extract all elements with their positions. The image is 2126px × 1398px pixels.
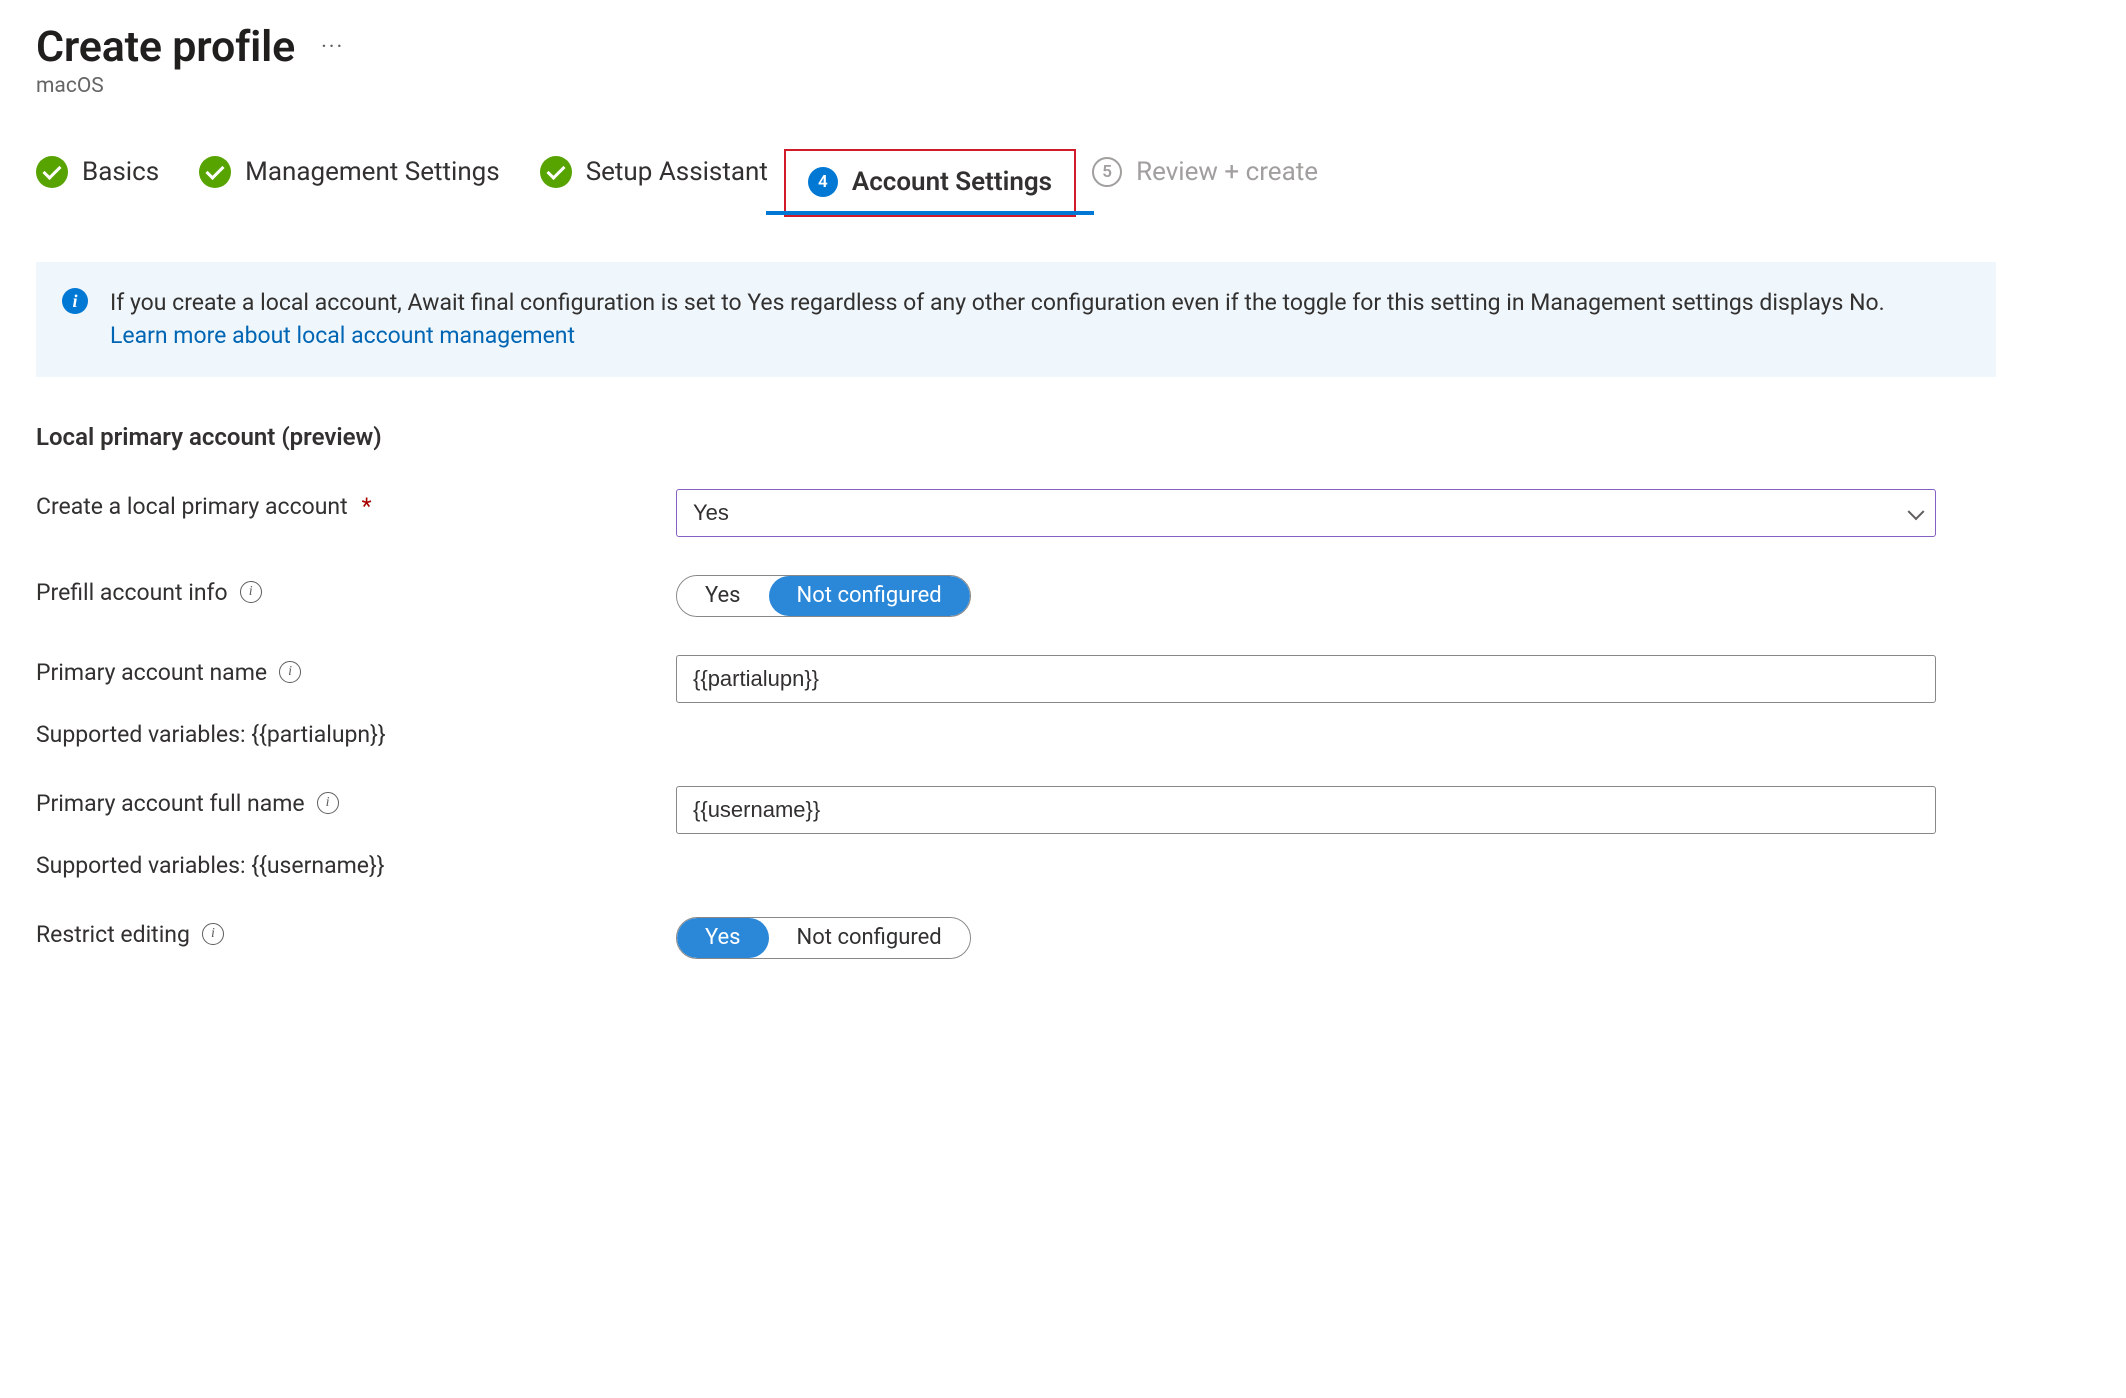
- prefill-toggle: Yes Not configured: [676, 575, 971, 617]
- wizard-stepper: Basics Management Settings Setup Assista…: [36, 156, 2090, 208]
- supported-vars-account-name: Supported variables: {{partialupn}}: [36, 721, 2090, 748]
- info-hint-icon[interactable]: i: [202, 923, 224, 945]
- info-text: If you create a local account, Await fin…: [110, 286, 1910, 353]
- create-local-account-value[interactable]: [676, 489, 1936, 537]
- step-account-settings[interactable]: 4 Account Settings: [784, 149, 1076, 217]
- step-management-settings[interactable]: Management Settings: [199, 156, 500, 208]
- label-restrict-editing: Restrict editing i: [36, 917, 676, 948]
- label-create-local-account: Create a local primary account*: [36, 489, 676, 520]
- step-label: Management Settings: [245, 157, 500, 187]
- step-review-create: 5 Review + create: [1092, 157, 1318, 207]
- info-banner: i If you create a local account, Await f…: [36, 262, 1996, 377]
- step-number: 4: [808, 167, 838, 197]
- info-hint-icon[interactable]: i: [240, 581, 262, 603]
- create-local-account-select[interactable]: [676, 489, 1936, 537]
- check-icon: [36, 156, 68, 188]
- info-message: If you create a local account, Await fin…: [110, 289, 1885, 316]
- restrict-option-yes[interactable]: Yes: [677, 918, 769, 958]
- primary-account-name-input[interactable]: [676, 655, 1936, 703]
- info-hint-icon[interactable]: i: [317, 792, 339, 814]
- label-primary-account-full-name: Primary account full name i: [36, 786, 676, 817]
- restrict-editing-toggle: Yes Not configured: [676, 917, 971, 959]
- step-setup-assistant[interactable]: Setup Assistant: [540, 156, 768, 208]
- step-number: 5: [1092, 157, 1122, 187]
- prefill-option-yes[interactable]: Yes: [677, 576, 769, 616]
- check-icon: [540, 156, 572, 188]
- required-indicator: *: [362, 493, 372, 520]
- label-prefill-account-info: Prefill account info i: [36, 575, 676, 606]
- info-learn-more-link[interactable]: Learn more about local account managemen…: [110, 322, 575, 349]
- label-primary-account-name: Primary account name i: [36, 655, 676, 686]
- step-label: Account Settings: [852, 167, 1052, 197]
- prefill-option-not-configured[interactable]: Not configured: [769, 576, 970, 616]
- primary-account-full-name-input[interactable]: [676, 786, 1936, 834]
- step-label: Basics: [82, 157, 159, 187]
- info-hint-icon[interactable]: i: [279, 661, 301, 683]
- section-title: Local primary account (preview): [36, 423, 2090, 451]
- page-subtitle: macOS: [36, 74, 2090, 98]
- step-label: Setup Assistant: [586, 157, 768, 187]
- check-icon: [199, 156, 231, 188]
- page-title: Create profile: [36, 22, 295, 72]
- supported-vars-full-name: Supported variables: {{username}}: [36, 852, 2090, 879]
- info-icon: i: [62, 288, 88, 314]
- restrict-option-not-configured[interactable]: Not configured: [769, 918, 970, 958]
- step-label: Review + create: [1136, 157, 1318, 187]
- more-actions-icon[interactable]: ···: [321, 35, 344, 60]
- step-basics[interactable]: Basics: [36, 156, 159, 208]
